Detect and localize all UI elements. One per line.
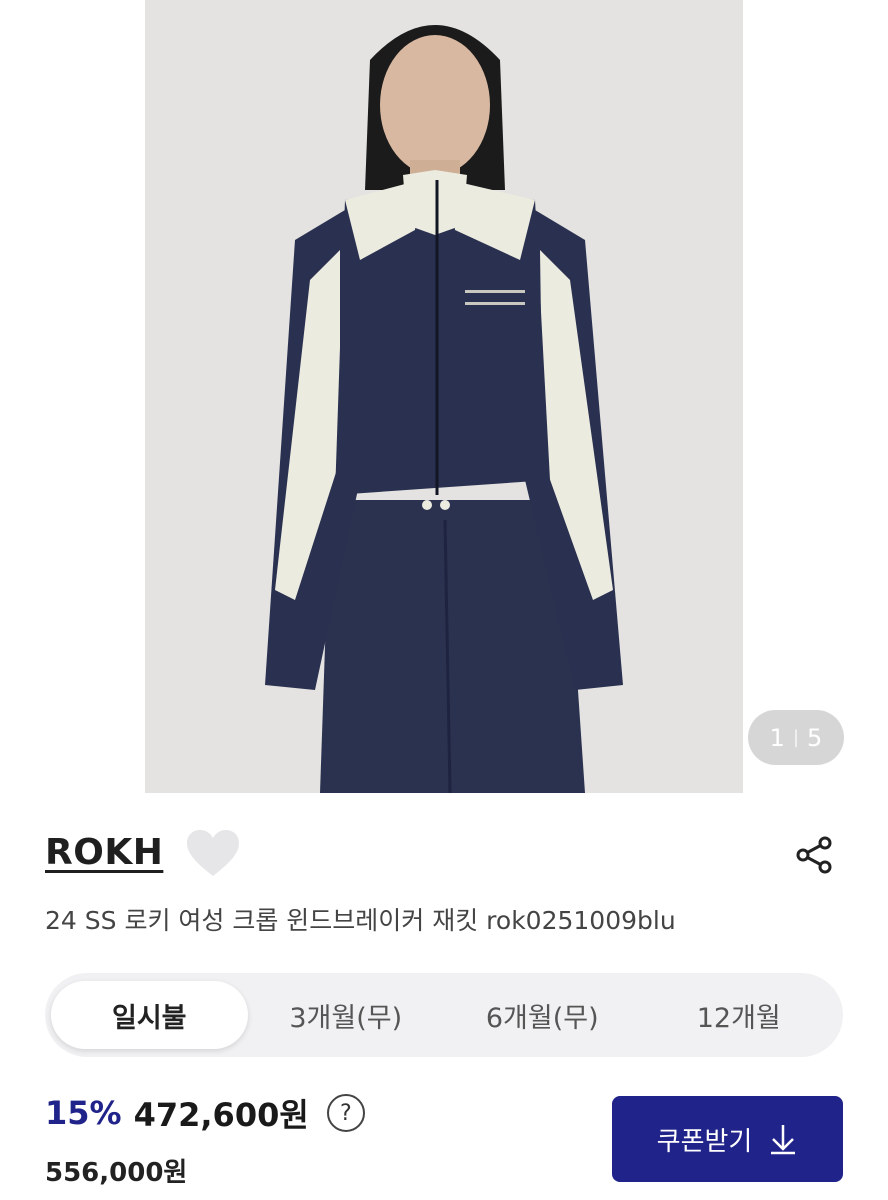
help-symbol: ?: [339, 1100, 352, 1126]
jacket-illustration: [145, 0, 743, 793]
tab-installment-2[interactable]: 6개월(무): [444, 981, 641, 1049]
discount-rate: 15%: [45, 1094, 122, 1132]
product-title: 24 SS 로키 여성 크롭 윈드브레이커 재킷 rok0251009blu: [45, 906, 676, 935]
image-pager: 1 | 5: [748, 710, 844, 765]
installment-tabs: 일시불 3개월(무) 6개월(무) 12개월: [45, 973, 843, 1057]
heart-icon[interactable]: [185, 828, 241, 880]
pager-current: 1: [769, 723, 785, 752]
product-photo[interactable]: [145, 0, 743, 793]
price-row: 15% 472,600원 ?: [45, 1088, 365, 1138]
tab-installment-1[interactable]: 3개월(무): [248, 981, 445, 1049]
tab-installment-3[interactable]: 12개월: [641, 981, 838, 1049]
coupon-button[interactable]: 쿠폰받기: [612, 1096, 843, 1182]
question-icon[interactable]: ?: [326, 1094, 365, 1132]
original-price: 556,000원: [45, 1158, 188, 1188]
product-image-gallery[interactable]: 1 | 5: [0, 0, 888, 793]
pager-separator: |: [792, 727, 800, 748]
arrow-down-icon: [768, 1123, 798, 1155]
share-icon[interactable]: [793, 834, 835, 876]
brand-link[interactable]: ROKH: [45, 832, 163, 873]
pager-total: 5: [807, 723, 823, 752]
brand-row: ROKH: [45, 828, 845, 884]
coupon-label: 쿠폰받기: [656, 1126, 753, 1157]
sale-price: 472,600원: [133, 1096, 309, 1134]
tab-installment-0[interactable]: 일시불: [51, 981, 248, 1049]
